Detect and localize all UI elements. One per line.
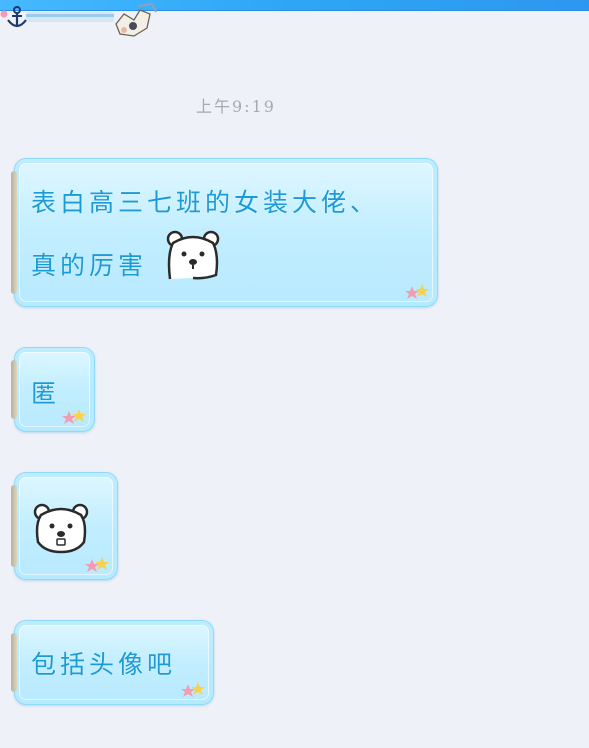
message-text: 包括头像吧	[31, 650, 177, 679]
chat-bubble[interactable]: 表白高三七班的女装大佬、 真的厉害	[11, 158, 438, 307]
message-text: 匿	[31, 379, 61, 408]
star-decoration-icon	[62, 409, 86, 424]
chat-bubble[interactable]	[11, 472, 118, 580]
header-decoration	[0, 2, 157, 37]
chat-bubble[interactable]: 匿	[11, 347, 95, 432]
star-decoration-icon	[405, 284, 429, 299]
message-text: 真的厉害	[31, 251, 148, 280]
message-text: 表白高三七班的女装大佬、	[31, 188, 380, 217]
star-decoration-icon	[85, 557, 109, 572]
anchor-icon	[7, 6, 27, 28]
character-decoration-icon	[115, 2, 157, 37]
polar-bear-icon	[166, 230, 220, 280]
star-decoration-icon	[181, 682, 205, 697]
polar-bear-icon	[33, 503, 89, 554]
message-timestamp: 上午9:19	[196, 97, 276, 116]
chat-bubble[interactable]: 包括头像吧	[11, 620, 214, 705]
